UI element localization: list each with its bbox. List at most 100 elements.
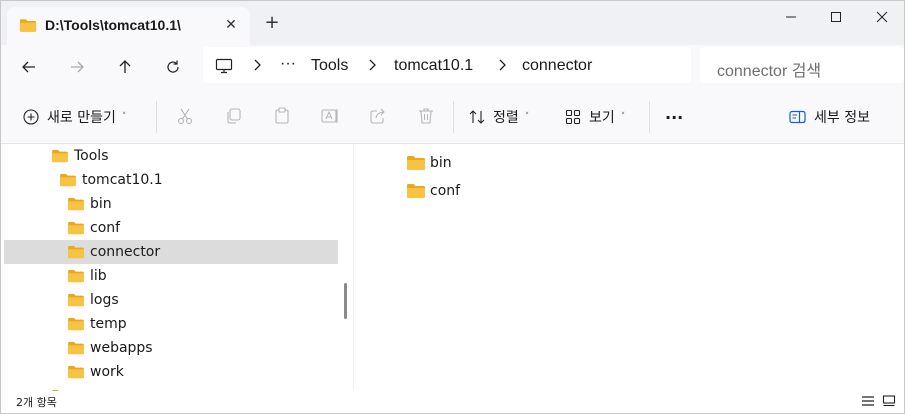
breadcrumb-tomcat[interactable]: tomcat10.1 bbox=[394, 57, 473, 75]
breadcrumb-connector[interactable]: connector bbox=[522, 57, 592, 75]
sort-icon bbox=[469, 110, 485, 124]
tree-item-label: bin bbox=[90, 196, 112, 212]
address-bar[interactable]: ··· Tools tomcat10.1 connector bbox=[203, 47, 691, 83]
tab-current[interactable]: D:\Tools\tomcat10.1\ ✕ bbox=[7, 7, 250, 45]
tree-item-tomcat[interactable]: tomcat10.1 bbox=[59, 168, 163, 192]
folder-icon bbox=[67, 245, 85, 259]
folder-icon bbox=[51, 149, 69, 163]
folder-icon bbox=[406, 155, 426, 171]
sort-label: 정렬 bbox=[493, 110, 519, 126]
forward-button[interactable] bbox=[63, 54, 91, 80]
paste-icon[interactable] bbox=[272, 106, 292, 126]
refresh-button[interactable] bbox=[159, 54, 187, 80]
divider bbox=[156, 101, 157, 133]
folder-icon bbox=[67, 293, 85, 307]
plus-circle-icon bbox=[23, 109, 39, 125]
navigation-scrollbar[interactable] bbox=[344, 283, 347, 319]
folder-icon bbox=[67, 365, 85, 379]
back-button[interactable] bbox=[15, 54, 43, 80]
tree-item-label: webapps bbox=[90, 340, 153, 356]
command-bar: 새로 만들기 ˅ 정렬 ˅ 보기 ˅ ··· 세부 정보 bbox=[1, 89, 904, 144]
tab-title: D:\Tools\tomcat10.1\ bbox=[45, 17, 181, 33]
search-input[interactable]: connector 검색 bbox=[700, 47, 904, 83]
tree-item-conf[interactable]: conf bbox=[67, 216, 120, 240]
tree-item-label: tomcat10.1 bbox=[82, 172, 163, 188]
view-button[interactable]: 보기 ˅ bbox=[565, 105, 625, 129]
share-icon[interactable] bbox=[368, 106, 388, 126]
details-pane-icon bbox=[789, 110, 806, 124]
cut-icon[interactable] bbox=[175, 106, 195, 126]
pane-divider[interactable] bbox=[353, 144, 354, 391]
folder-icon bbox=[67, 269, 85, 283]
new-tab-button[interactable]: + bbox=[263, 14, 281, 32]
sort-button[interactable]: 정렬 ˅ bbox=[469, 105, 529, 129]
tree-item-lib[interactable]: lib bbox=[67, 264, 107, 288]
navigation-pane: Tools tomcat10.1 bin conf connector lib … bbox=[1, 144, 353, 391]
chevron-right-icon[interactable] bbox=[498, 59, 506, 71]
breadcrumb-tools[interactable]: Tools bbox=[311, 57, 348, 75]
grid-view-icon bbox=[565, 109, 581, 125]
details-label: 세부 정보 bbox=[814, 110, 870, 126]
arrow-left-icon bbox=[22, 61, 35, 73]
tree-item-work[interactable]: work bbox=[67, 360, 124, 384]
folder-icon bbox=[67, 221, 85, 235]
details-view-icon[interactable] bbox=[861, 395, 875, 407]
divider bbox=[649, 101, 650, 133]
tree-item-label: work bbox=[90, 364, 124, 380]
content-item-label: bin bbox=[430, 155, 452, 171]
chevron-down-icon: ˅ bbox=[524, 112, 530, 122]
content-folder-conf[interactable]: conf bbox=[406, 179, 460, 203]
chevron-down-icon: ˅ bbox=[121, 112, 127, 122]
tree-item-label: connector bbox=[90, 244, 161, 260]
file-explorer-window: D:\Tools\tomcat10.1\ ✕ + ··· Tools tomca… bbox=[0, 0, 905, 414]
navigation-bar: ··· Tools tomcat10.1 connector connector… bbox=[1, 45, 904, 89]
folder-icon bbox=[67, 317, 85, 331]
tree-item-temp[interactable]: temp bbox=[67, 312, 127, 336]
tree-item-label: lib bbox=[90, 268, 107, 284]
divider bbox=[453, 101, 454, 133]
search-placeholder: connector 검색 bbox=[717, 63, 822, 80]
computer-icon bbox=[215, 58, 233, 74]
title-bar: D:\Tools\tomcat10.1\ ✕ + bbox=[1, 1, 904, 45]
content-folder-bin[interactable]: bin bbox=[406, 151, 452, 175]
breadcrumb-overflow[interactable]: ··· bbox=[280, 55, 296, 73]
folder-icon bbox=[67, 197, 85, 211]
rename-icon[interactable] bbox=[320, 106, 340, 126]
tree-item-logs[interactable]: logs bbox=[67, 288, 119, 312]
folder-icon bbox=[59, 173, 77, 187]
large-icons-view-icon[interactable] bbox=[882, 395, 896, 407]
tree-item-webapps[interactable]: webapps bbox=[67, 336, 153, 360]
tree-item-tools[interactable]: Tools bbox=[51, 144, 109, 168]
folder-icon bbox=[406, 183, 426, 199]
tree-item-label: logs bbox=[90, 292, 119, 308]
close-icon[interactable] bbox=[870, 7, 894, 27]
minimize-icon[interactable] bbox=[779, 7, 803, 27]
delete-icon[interactable] bbox=[416, 106, 436, 126]
folder-icon bbox=[67, 341, 85, 355]
close-tab-icon[interactable]: ✕ bbox=[222, 16, 240, 34]
copy-icon[interactable] bbox=[224, 106, 244, 126]
tree-item-label: Tools bbox=[74, 148, 109, 164]
view-label: 보기 bbox=[589, 110, 615, 126]
more-options-button[interactable]: ··· bbox=[665, 105, 683, 129]
chevron-right-icon[interactable] bbox=[253, 59, 261, 71]
tree-item-label: temp bbox=[90, 316, 127, 332]
folder-icon bbox=[19, 18, 37, 33]
arrow-right-icon bbox=[71, 61, 84, 73]
tree-item-connector[interactable]: connector bbox=[67, 240, 160, 264]
up-button[interactable] bbox=[111, 54, 139, 80]
details-pane-button[interactable]: 세부 정보 bbox=[789, 105, 870, 129]
tree-item-bin[interactable]: bin bbox=[67, 192, 112, 216]
new-button[interactable]: 새로 만들기 ˅ bbox=[23, 105, 126, 129]
chevron-down-icon: ˅ bbox=[620, 112, 626, 122]
tree-item-label: conf bbox=[90, 220, 121, 236]
item-count: 2개 항목 bbox=[16, 396, 57, 409]
arrow-up-icon bbox=[119, 60, 131, 73]
tree-selection-highlight bbox=[4, 240, 338, 264]
chevron-right-icon[interactable] bbox=[368, 59, 376, 71]
refresh-icon bbox=[167, 60, 179, 73]
new-button-label: 새로 만들기 bbox=[47, 110, 116, 126]
tree-item-partial[interactable] bbox=[51, 384, 69, 391]
maximize-icon[interactable] bbox=[824, 7, 848, 27]
content-item-label: conf bbox=[430, 183, 461, 199]
